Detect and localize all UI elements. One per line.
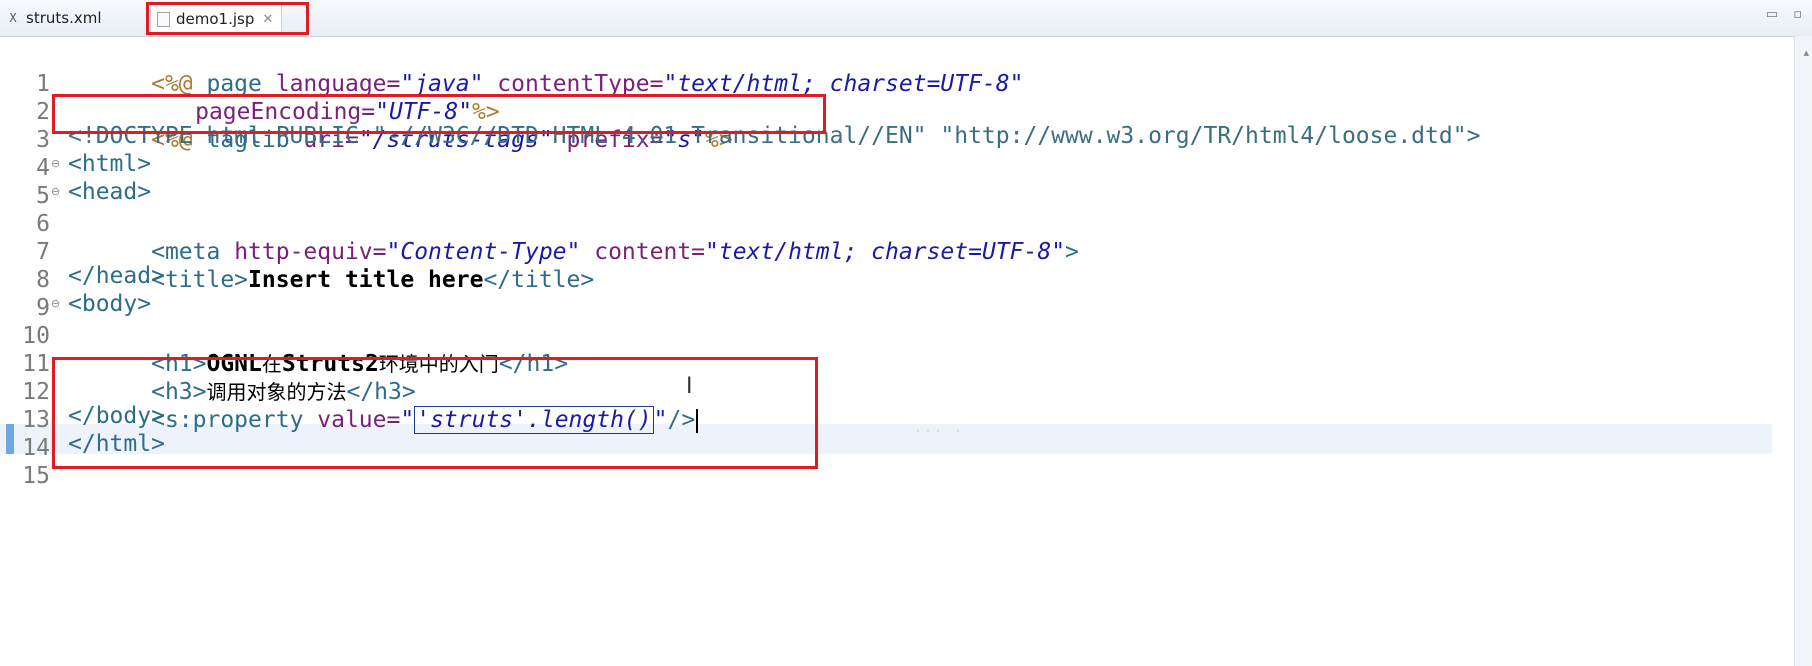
title-close-tag: </title> [483, 267, 595, 293]
tab-label: struts.xml [26, 9, 102, 27]
title-text: Insert title here [248, 267, 484, 293]
scroll-up-icon[interactable]: ▴ [1803, 46, 1809, 59]
annotation-box-taglib [52, 94, 826, 134]
tag-close: > [1065, 239, 1079, 265]
faint-artifact: ··· · [915, 426, 966, 437]
annotation-box-body [52, 357, 818, 469]
line-number: 15 [22, 463, 50, 489]
tab-struts-xml[interactable]: X struts.xml [6, 4, 102, 32]
attribute-name: content= [580, 239, 706, 265]
attribute-value: "text/html; charset=UTF-8" [705, 239, 1066, 265]
vertical-scrollbar[interactable] [1794, 36, 1812, 666]
title-open-tag: <title> [151, 267, 249, 293]
restore-icon[interactable]: ▫ [1793, 7, 1802, 22]
xml-file-icon: X [9, 11, 17, 25]
minimize-icon[interactable]: ▭ [1766, 7, 1778, 22]
annotation-box-tab [146, 2, 309, 35]
code-line-15: 15 </html> [0, 428, 165, 489]
